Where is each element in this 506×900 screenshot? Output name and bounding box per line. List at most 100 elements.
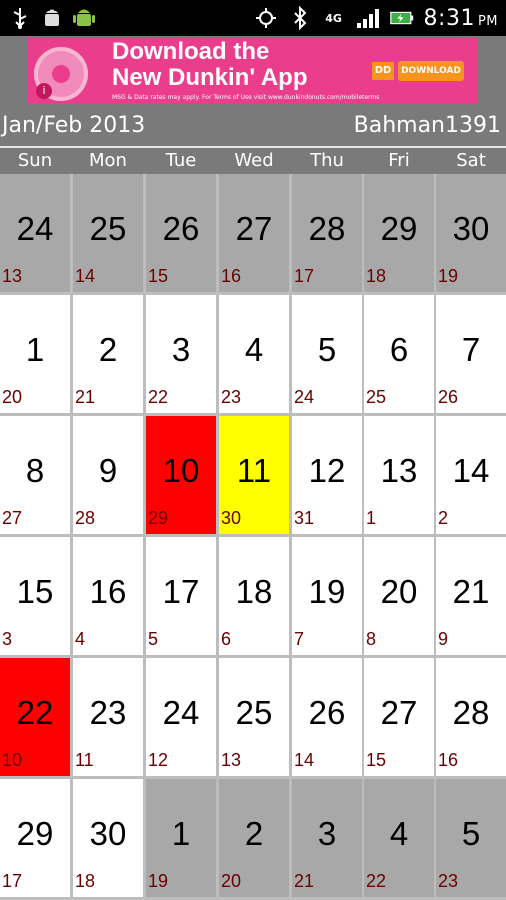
- day-number: 20: [380, 573, 418, 610]
- day-number: 1: [25, 331, 45, 368]
- day-cell[interactable]: 4 23: [219, 295, 289, 413]
- day-cell[interactable]: 9 28: [73, 416, 143, 534]
- day-cell[interactable]: 11 30: [219, 416, 289, 534]
- persian-day-number: 23: [438, 871, 459, 891]
- day-cell[interactable]: 22 10: [0, 658, 70, 776]
- day-cell[interactable]: 5 23: [436, 779, 506, 897]
- month-title[interactable]: Jan/Feb 2013: [2, 113, 145, 138]
- ad-banner[interactable]: i Download the New Dunkin' App MSG & Dat…: [28, 37, 478, 104]
- usb-icon: [8, 6, 32, 30]
- day-number: 29: [380, 210, 418, 247]
- persian-day-number: 28: [75, 508, 96, 528]
- persian-day-number: 23: [221, 387, 242, 407]
- day-cell[interactable]: 17 5: [146, 537, 216, 655]
- weekday-row: Sun Mon Tue Wed Thu Fri Sat: [0, 148, 506, 174]
- day-cell[interactable]: 28 16: [436, 658, 506, 776]
- day-number: 28: [308, 210, 346, 247]
- weekday-label: Tue: [165, 150, 197, 171]
- persian-day-number: 14: [294, 750, 315, 770]
- day-number: 2: [244, 815, 264, 852]
- day-cell[interactable]: 13 1: [364, 416, 434, 534]
- day-cell[interactable]: 3 21: [292, 779, 362, 897]
- day-cell[interactable]: 24 12: [146, 658, 216, 776]
- day-cell[interactable]: 26 14: [292, 658, 362, 776]
- day-cell[interactable]: 20 8: [364, 537, 434, 655]
- persian-day-number: 5: [148, 629, 159, 649]
- calendar-header: Jan/Feb 2013 Bahman1391: [0, 104, 506, 146]
- day-cell[interactable]: 18 6: [219, 537, 289, 655]
- status-icons-left: [8, 4, 96, 32]
- day-number: 26: [308, 694, 346, 731]
- weekday-label: Fri: [388, 150, 410, 171]
- day-cell[interactable]: 7 26: [436, 295, 506, 413]
- day-number: 16: [89, 573, 127, 610]
- weekday-label: Sun: [17, 150, 53, 171]
- day-cell[interactable]: 29 17: [0, 779, 70, 897]
- status-icons-right: 4G 8:31 PM: [254, 4, 498, 32]
- persian-day-number: 21: [75, 387, 96, 407]
- day-cell[interactable]: 26 15: [146, 174, 216, 292]
- day-cell[interactable]: 28 17: [292, 174, 362, 292]
- android-debug-icon: [40, 6, 64, 30]
- day-cell[interactable]: 5 24: [292, 295, 362, 413]
- day-cell[interactable]: 4 22: [364, 779, 434, 897]
- persian-day-number: 30: [221, 508, 242, 528]
- day-number: 25: [89, 210, 127, 247]
- day-cell[interactable]: 25 13: [219, 658, 289, 776]
- day-cell[interactable]: 30 18: [73, 779, 143, 897]
- day-cell[interactable]: 30 19: [436, 174, 506, 292]
- bluetooth-icon: [288, 6, 312, 30]
- day-number: 12: [308, 452, 346, 489]
- day-cell[interactable]: 15 3: [0, 537, 70, 655]
- android-icon: [72, 6, 96, 30]
- ad-headline-line2: New Dunkin' App: [112, 64, 308, 91]
- day-number: 21: [452, 573, 490, 610]
- day-cell[interactable]: 27 16: [219, 174, 289, 292]
- persian-day-number: 12: [148, 750, 169, 770]
- day-cell[interactable]: 24 13: [0, 174, 70, 292]
- persian-day-number: 13: [2, 266, 23, 286]
- day-cell[interactable]: 1 20: [0, 295, 70, 413]
- clock: 8:31 PM: [424, 6, 498, 31]
- dunkin-logo: DD: [372, 62, 394, 80]
- persian-day-number: 7: [294, 629, 305, 649]
- day-cell[interactable]: 27 15: [364, 658, 434, 776]
- day-cell[interactable]: 29 18: [364, 174, 434, 292]
- persian-day-number: 19: [148, 871, 169, 891]
- weekday-label: Wed: [234, 150, 274, 171]
- day-cell[interactable]: 23 11: [73, 658, 143, 776]
- info-icon[interactable]: i: [36, 83, 52, 99]
- day-cell[interactable]: 10 29: [146, 416, 216, 534]
- day-number: 30: [452, 210, 490, 247]
- day-cell[interactable]: 8 27: [0, 416, 70, 534]
- day-cell[interactable]: 19 7: [292, 537, 362, 655]
- day-cell[interactable]: 21 9: [436, 537, 506, 655]
- day-cell[interactable]: 14 2: [436, 416, 506, 534]
- persian-day-number: 19: [438, 266, 459, 286]
- day-cell[interactable]: 25 14: [73, 174, 143, 292]
- persian-month-title[interactable]: Bahman1391: [354, 113, 501, 138]
- status-bar: 4G 8:31 PM: [0, 0, 506, 36]
- day-number: 3: [317, 815, 337, 852]
- persian-day-number: 2: [438, 508, 449, 528]
- day-cell[interactable]: 6 25: [364, 295, 434, 413]
- day-cell[interactable]: 1 19: [146, 779, 216, 897]
- day-cell[interactable]: 2 20: [219, 779, 289, 897]
- day-number: 18: [235, 573, 273, 610]
- persian-day-number: 27: [2, 508, 23, 528]
- persian-day-number: 29: [148, 508, 169, 528]
- day-cell[interactable]: 2 21: [73, 295, 143, 413]
- persian-day-number: 10: [2, 750, 23, 770]
- day-number: 22: [16, 694, 54, 731]
- download-button[interactable]: DOWNLOAD: [398, 61, 464, 81]
- day-cell[interactable]: 16 4: [73, 537, 143, 655]
- day-number: 17: [162, 573, 200, 610]
- day-number: 30: [89, 815, 127, 852]
- day-cell[interactable]: 3 22: [146, 295, 216, 413]
- weekday-label: Mon: [89, 150, 127, 171]
- persian-day-number: 25: [366, 387, 387, 407]
- ad-headline-line1: Download the: [112, 38, 270, 65]
- day-number: 10: [162, 452, 200, 489]
- day-number: 25: [235, 694, 273, 731]
- day-cell[interactable]: 12 31: [292, 416, 362, 534]
